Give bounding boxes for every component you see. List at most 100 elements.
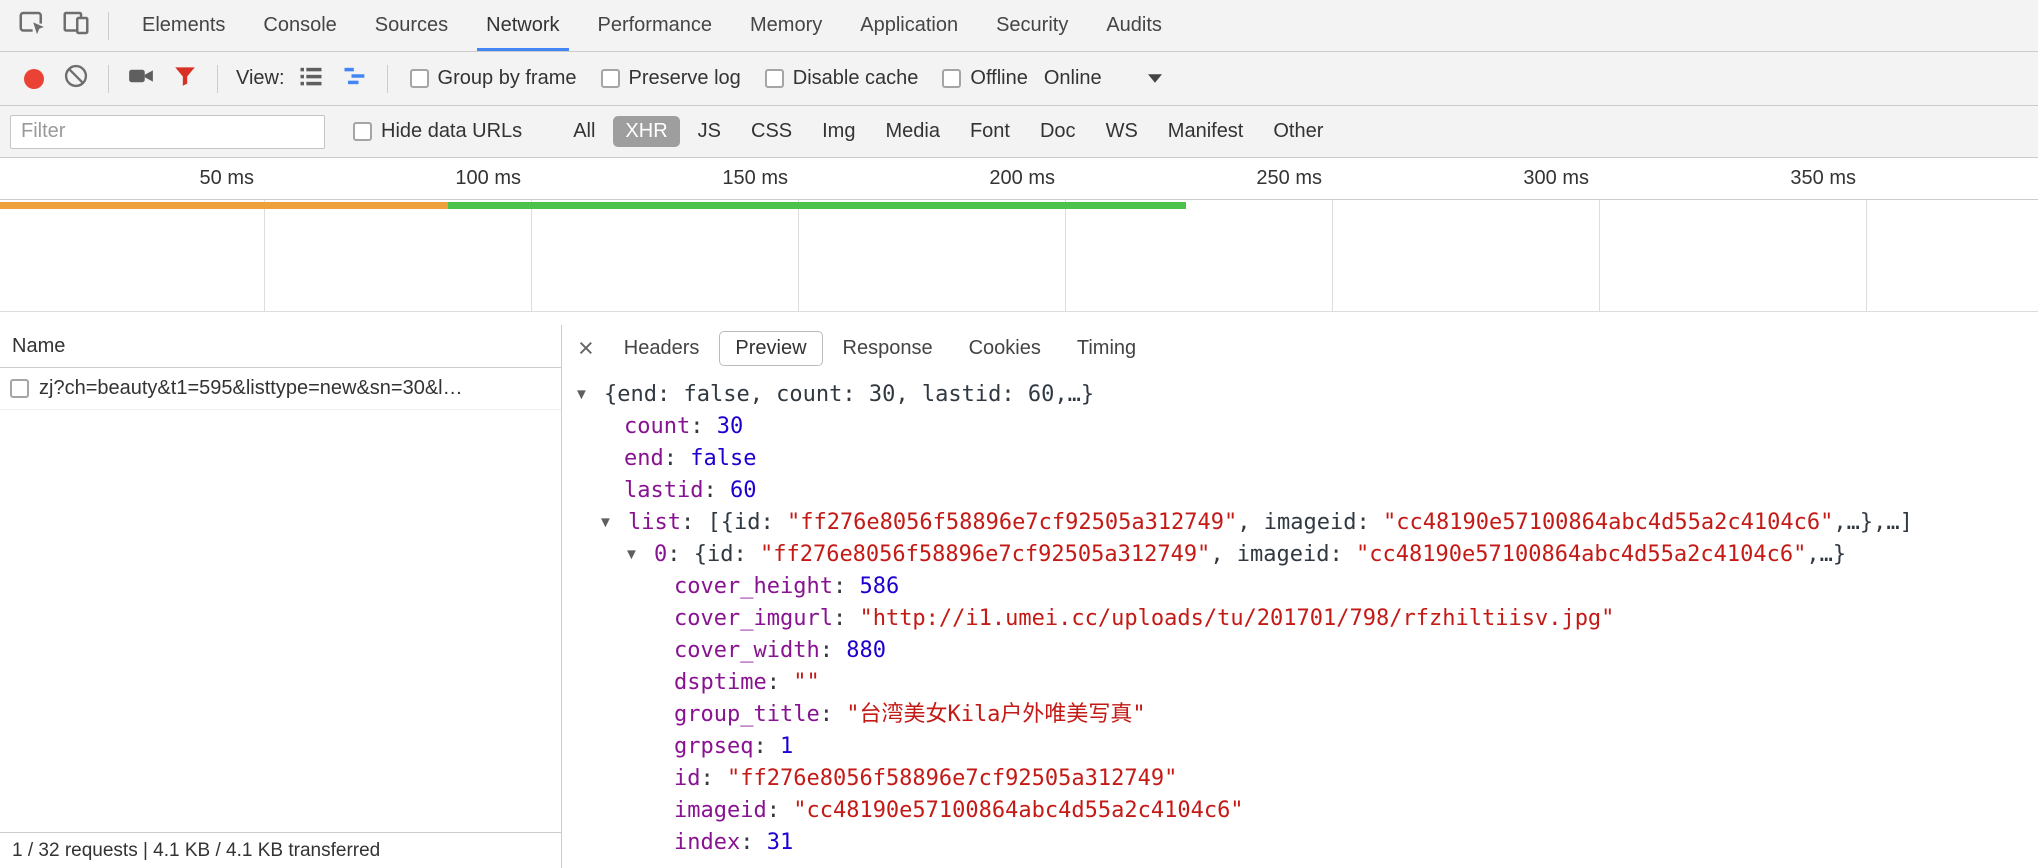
preview-line[interactable]: grpseq: 1: [562, 731, 2038, 763]
json-token-plain: :: [753, 734, 780, 759]
tab-sources[interactable]: Sources: [356, 0, 467, 51]
json-token-str: "http://i1.umei.cc/uploads/tu/201701/798…: [859, 606, 1614, 631]
preview-line[interactable]: index: 31: [562, 827, 2038, 859]
large-rows-view-button[interactable]: [292, 60, 330, 98]
detail-tab-cookies[interactable]: Cookies: [953, 331, 1057, 366]
request-row[interactable]: zj?ch=beauty&t1=595&listtype=new&sn=30&l…: [0, 368, 561, 410]
overview-view-button[interactable]: [336, 60, 374, 98]
main-split: Name zj?ch=beauty&t1=595&listtype=new&sn…: [0, 325, 2038, 868]
status-bar: 1 / 32 requests | 4.1 KB / 4.1 KB transf…: [0, 832, 561, 868]
overview-body[interactable]: [0, 200, 2038, 312]
json-token-key: dsptime: [674, 670, 767, 695]
name-column-header[interactable]: Name: [0, 325, 561, 368]
json-token-num: 31: [767, 830, 794, 855]
json-token-str: "cc48190e57100864abc4d55a2c4104c6": [1356, 542, 1806, 567]
screenshot-button[interactable]: [122, 60, 160, 98]
filter-type-all[interactable]: All: [561, 116, 607, 147]
detail-tab-headers[interactable]: Headers: [608, 331, 716, 366]
detail-tab-preview[interactable]: Preview: [719, 331, 822, 366]
json-token-plain: :: [767, 670, 794, 695]
hide-data-urls-checkbox[interactable]: Hide data URLs: [353, 120, 522, 143]
preview-line[interactable]: end: false: [562, 443, 2038, 475]
json-token-plain: :: [767, 798, 794, 823]
tab-console[interactable]: Console: [244, 0, 355, 51]
devtools-window: ElementsConsoleSourcesNetworkPerformance…: [0, 0, 2038, 868]
checkbox-box-icon: [410, 69, 429, 88]
preview-line[interactable]: dsptime: "": [562, 667, 2038, 699]
detail-tabs-list: HeadersPreviewResponseCookiesTiming: [606, 331, 1154, 366]
tick-label: 200 ms: [935, 158, 1055, 199]
request-list: zj?ch=beauty&t1=595&listtype=new&sn=30&l…: [0, 368, 561, 832]
json-token-key: index: [674, 830, 740, 855]
tick-label: 300 ms: [1469, 158, 1589, 199]
preview-line[interactable]: ▼{end: false, count: 30, lastid: 60,…}: [562, 379, 2038, 411]
preview-line[interactable]: count: 30: [562, 411, 2038, 443]
filter-type-xhr[interactable]: XHR: [613, 116, 679, 147]
json-token-key: imageid: [674, 798, 767, 823]
json-token-plain: :: [703, 478, 730, 503]
offline-label: Offline: [970, 67, 1027, 90]
json-token-plain: , imageid:: [1210, 542, 1356, 567]
tab-performance[interactable]: Performance: [579, 0, 732, 51]
preview-line[interactable]: imageid: "cc48190e57100864abc4d55a2c4104…: [562, 795, 2038, 827]
expand-arrow-icon[interactable]: ▼: [598, 507, 628, 539]
tab-memory[interactable]: Memory: [731, 0, 841, 51]
filter-type-ws[interactable]: WS: [1094, 116, 1150, 147]
json-token-key: count: [624, 414, 690, 439]
json-token-key: lastid: [624, 478, 703, 503]
json-token-str: "": [793, 670, 820, 695]
tab-network[interactable]: Network: [467, 0, 578, 51]
json-token-key: list: [628, 510, 681, 535]
tab-security[interactable]: Security: [977, 0, 1087, 51]
request-file-icon: [10, 379, 29, 398]
filter-type-media[interactable]: Media: [873, 116, 951, 147]
filter-funnel-button[interactable]: [166, 60, 204, 98]
preview-line[interactable]: cover_imgurl: "http://i1.umei.cc/uploads…: [562, 603, 2038, 635]
overview-labels: 50 ms100 ms150 ms200 ms250 ms300 ms350 m…: [0, 158, 2038, 200]
gridline: [1332, 200, 1333, 311]
throttling-select[interactable]: Online: [1044, 67, 1162, 90]
json-token-key: 0: [654, 542, 667, 567]
close-detail-button[interactable]: ×: [578, 335, 594, 362]
preview-line[interactable]: ▼list: [{id: "ff276e8056f58896e7cf92505a…: [562, 507, 2038, 539]
preview-line[interactable]: cover_height: 586: [562, 571, 2038, 603]
filter-type-css[interactable]: CSS: [739, 116, 804, 147]
detail-tab-timing[interactable]: Timing: [1061, 331, 1152, 366]
clear-button[interactable]: [57, 60, 95, 98]
json-token-key: cover_height: [674, 574, 833, 599]
device-toolbar-button[interactable]: [57, 7, 95, 45]
preview-line[interactable]: lastid: 60: [562, 475, 2038, 507]
clear-icon: [62, 62, 90, 96]
tick-label: 50 ms: [134, 158, 254, 199]
preview-line[interactable]: id: "ff276e8056f58896e7cf92505a312749": [562, 763, 2038, 795]
filter-type-manifest[interactable]: Manifest: [1156, 116, 1256, 147]
filter-type-font[interactable]: Font: [958, 116, 1022, 147]
expand-arrow-icon[interactable]: ▼: [624, 539, 654, 571]
json-token-plain: : {id:: [667, 542, 760, 567]
preview-line[interactable]: group_title: "台湾美女Kila户外唯美写真": [562, 699, 2038, 731]
network-toolbar: View: Group by framePreserve logDisable …: [0, 52, 2038, 106]
inspect-cursor-icon: [17, 8, 47, 44]
group-by-frame-checkbox[interactable]: Group by frame: [410, 67, 577, 90]
filter-type-js[interactable]: JS: [686, 116, 733, 147]
tab-application[interactable]: Application: [841, 0, 977, 51]
expand-arrow-icon[interactable]: ▼: [574, 379, 604, 411]
record-button[interactable]: [24, 69, 44, 89]
offline-checkbox[interactable]: Offline: [942, 67, 1027, 90]
preview-line[interactable]: cover_width: 880: [562, 635, 2038, 667]
json-token-num: 1: [780, 734, 793, 759]
chevron-down-icon: [1148, 74, 1162, 83]
filter-type-img[interactable]: Img: [810, 116, 867, 147]
filter-input[interactable]: [10, 115, 325, 149]
tab-elements[interactable]: Elements: [123, 0, 244, 51]
preserve-log-checkbox[interactable]: Preserve log: [601, 67, 741, 90]
tab-audits[interactable]: Audits: [1087, 0, 1181, 51]
detail-tab-response[interactable]: Response: [827, 331, 949, 366]
json-token-plain: :: [833, 574, 860, 599]
json-token-key: end: [624, 446, 664, 471]
filter-type-other[interactable]: Other: [1261, 116, 1335, 147]
inspect-element-button[interactable]: [13, 7, 51, 45]
filter-type-doc[interactable]: Doc: [1028, 116, 1088, 147]
preview-line[interactable]: ▼0: {id: "ff276e8056f58896e7cf92505a3127…: [562, 539, 2038, 571]
disable-cache-checkbox[interactable]: Disable cache: [765, 67, 919, 90]
